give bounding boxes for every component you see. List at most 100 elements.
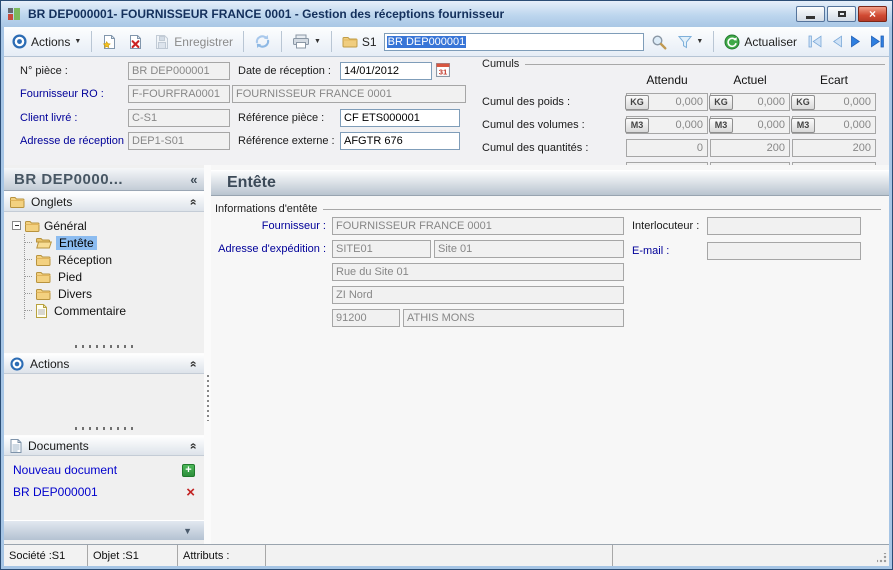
toolbar: Actions ▼ Enregistrer ▼ S1 BR DEP000001 … (4, 27, 889, 57)
collapse-section-icon[interactable]: » (186, 360, 200, 367)
page-title: Entête (211, 170, 889, 196)
actions-button[interactable]: Actions ▼ (8, 32, 85, 51)
date-field[interactable]: 14/01/2012 (340, 62, 432, 80)
adresse-code-field: SITE01 (332, 240, 431, 258)
new-document-icon (102, 34, 117, 50)
close-button[interactable]: × (858, 6, 887, 22)
document-icon (10, 438, 22, 453)
app-icon (6, 6, 22, 22)
section-drag-handle[interactable] (75, 427, 133, 430)
search-icon (651, 34, 667, 50)
tree-node-commentaire[interactable]: Commentaire (25, 302, 204, 319)
col-actuel: Actuel (733, 73, 767, 87)
fournisseur-code-field: F-FOURFRA0001 (128, 85, 230, 103)
tree-node-divers[interactable]: Divers (25, 285, 204, 302)
tree-node-entete[interactable]: Entête (25, 234, 204, 251)
adresse-line2-field: ZI Nord (332, 286, 624, 304)
caret-down-icon: ▼ (74, 38, 82, 45)
sidebar-collapse-button[interactable]: « (190, 172, 198, 187)
interlocuteur-label: Interlocuteur : (632, 220, 700, 232)
open-folder-icon (36, 237, 52, 249)
onglets-section-header[interactable]: Onglets » (4, 191, 204, 212)
actions-section-header[interactable]: Actions » (4, 353, 204, 374)
delete-document-button[interactable]: × (186, 485, 195, 500)
caret-down-icon: ▼ (696, 38, 704, 45)
save-icon (154, 34, 170, 50)
unit-m3-button[interactable]: M3 (709, 117, 733, 133)
adresse-name-field: Site 01 (434, 240, 624, 258)
collapse-section-icon[interactable]: » (186, 442, 200, 449)
delete-record-button[interactable] (124, 32, 147, 52)
search-button[interactable] (647, 32, 671, 52)
svg-text:31: 31 (439, 68, 448, 77)
collapse-section-icon[interactable]: » (186, 198, 200, 205)
nav-first-button[interactable] (808, 35, 823, 48)
collapse-node-icon[interactable] (12, 221, 21, 230)
folder-icon (36, 271, 51, 283)
code-postal-field: 91200 (332, 309, 400, 327)
nav-prev-button[interactable] (830, 35, 843, 48)
nav-last-button[interactable] (870, 35, 885, 48)
client-field: C-S1 (128, 109, 230, 127)
fournisseur-name-field: FOURNISSEUR FRANCE 0001 (332, 217, 624, 235)
nav-next-button[interactable] (850, 35, 863, 48)
adresse-line1-field: Rue du Site 01 (332, 263, 624, 281)
add-document-button[interactable]: + (182, 463, 195, 477)
date-label: Date de réception : (238, 65, 331, 77)
resize-grip[interactable] (877, 553, 887, 563)
documents-section-header[interactable]: Documents » (4, 435, 204, 456)
unit-kg-button[interactable]: KG (791, 94, 815, 110)
chevron-down-icon: ▼ (183, 525, 192, 536)
unit-m3-button[interactable]: M3 (625, 117, 649, 133)
calendar-icon[interactable]: 31 (436, 63, 451, 78)
volumes-ecart: M3 0,000 (791, 116, 876, 134)
col-ecart: Ecart (819, 73, 848, 87)
cumuls-title: Cumuls (482, 58, 520, 70)
reference-piece-field[interactable]: CF ETS000001 (340, 109, 460, 127)
document-link[interactable]: BR DEP000001 × (4, 481, 204, 503)
fournisseur-name-field: FOURNISSEUR FRANCE 0001 (232, 85, 466, 103)
new-record-button[interactable] (98, 32, 121, 52)
bullseye-icon (10, 356, 24, 371)
row-quantites-label: Cumul des quantités : (482, 142, 589, 154)
tree-node-reception[interactable]: Réception (25, 251, 204, 268)
tree-node-general[interactable]: Général (12, 217, 204, 234)
save-button[interactable]: Enregistrer (150, 32, 237, 52)
unit-kg-button[interactable]: KG (625, 94, 649, 110)
row-volumes-label: Cumul des volumes : (482, 119, 585, 131)
section-drag-handle[interactable] (75, 345, 133, 348)
sidebar-splitter[interactable] (204, 165, 211, 544)
record-header: BR DEP0000... « (4, 168, 204, 191)
print-button[interactable]: ▼ (288, 32, 325, 51)
fournisseur-label: Fournisseur : (261, 220, 326, 232)
volumes-actuel: M3 0,000 (709, 116, 790, 134)
search-input-value: BR DEP000001 (386, 35, 467, 48)
document-icon (36, 303, 47, 318)
unit-kg-button[interactable]: KG (709, 94, 733, 110)
group-title: Informations d'entête (215, 203, 318, 215)
filter-button[interactable]: ▼ (674, 33, 707, 51)
interlocuteur-field (707, 217, 861, 235)
new-document-link[interactable]: Nouveau document + (4, 459, 204, 481)
record-search-input[interactable]: BR DEP000001 (383, 32, 645, 51)
sidebar: BR DEP0000... « Onglets » Général Entête… (4, 165, 204, 544)
tree-node-pied[interactable]: Pied (25, 268, 204, 285)
refresh-icon (254, 34, 271, 49)
maximize-button[interactable] (827, 6, 856, 22)
panel-collapse-bar[interactable]: ▼ (4, 520, 204, 540)
folder-icon (36, 288, 51, 300)
poids-actuel: KG 0,000 (709, 93, 790, 111)
folder-icon (36, 254, 51, 266)
refresh-data-button[interactable]: Actualiser (720, 32, 801, 52)
caret-down-icon: ▼ (313, 38, 321, 45)
main-content: Entête Informations d'entête Fournisseur… (211, 165, 889, 544)
quantites-attendu: 0 (626, 139, 708, 157)
volumes-attendu: M3 0,000 (625, 116, 708, 134)
refresh-button[interactable] (250, 32, 275, 51)
site-button[interactable]: S1 (338, 33, 381, 51)
onglets-tree: Général Entête Réception Pied Divers Com… (4, 212, 204, 319)
unit-m3-button[interactable]: M3 (791, 117, 815, 133)
reference-externe-field[interactable]: AFGTR 676 (340, 132, 460, 150)
minimize-button[interactable] (796, 6, 825, 22)
documents-title: Documents (28, 438, 89, 453)
